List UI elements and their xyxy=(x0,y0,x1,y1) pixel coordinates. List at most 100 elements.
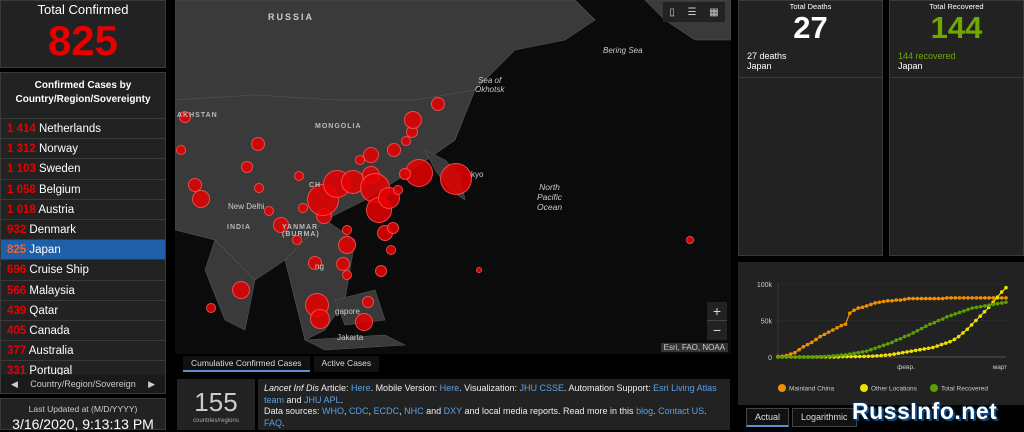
list-item[interactable]: 439 Qatar xyxy=(1,301,165,321)
list-item[interactable]: 1 414 Netherlands xyxy=(1,119,165,140)
list-item-name: Belgium xyxy=(38,183,81,196)
legend-label: Total Recovered xyxy=(941,386,988,393)
tab-cumulative[interactable]: Cumulative Confirmed Cases xyxy=(183,356,310,372)
list-item-name: Sweden xyxy=(38,163,81,176)
case-bubble[interactable] xyxy=(192,190,210,208)
list-item[interactable]: 696 Cruise Ship xyxy=(1,260,165,281)
case-bubble[interactable] xyxy=(206,303,216,313)
list-item[interactable]: 1 058 Belgium xyxy=(1,180,165,200)
last-updated-panel: Last Updated at (M/D/YYYY) 3/16/2020, 9:… xyxy=(0,398,166,432)
chevron-left-icon[interactable]: ◀ xyxy=(11,379,18,390)
link-dxy[interactable]: DXY xyxy=(444,406,462,416)
zoom-in-button[interactable]: + xyxy=(707,302,727,321)
land-russia xyxy=(175,0,596,101)
tab-actual[interactable]: Actual xyxy=(746,408,790,427)
link-article[interactable]: Here xyxy=(351,383,371,393)
list-item[interactable]: 377 Australia xyxy=(1,341,165,362)
link-contact[interactable]: Contact US xyxy=(658,406,704,416)
y-tick-label: 100k xyxy=(757,282,773,289)
case-bubble[interactable] xyxy=(401,136,411,146)
case-bubble[interactable] xyxy=(298,203,308,213)
list-icon[interactable]: ☰ xyxy=(688,7,697,18)
cases-chart: 100k 50k 0 февр. март Mainland China Other Loc… xyxy=(757,282,1008,393)
label-tokyo: kyo xyxy=(471,170,484,179)
case-bubble[interactable] xyxy=(342,270,352,280)
info-text: and local media reports. Read more in th… xyxy=(461,406,637,416)
zoom-out-button[interactable]: − xyxy=(707,321,727,339)
list-item[interactable]: 932 Denmark xyxy=(1,220,165,241)
case-bubble[interactable] xyxy=(476,267,482,273)
label-singapore: gapore xyxy=(335,307,360,316)
case-bubble[interactable] xyxy=(387,143,401,157)
list-item-count: 439 xyxy=(7,304,27,317)
case-bubble[interactable] xyxy=(362,296,374,308)
y-tick-label: 0 xyxy=(768,355,772,362)
case-bubble[interactable] xyxy=(342,225,352,235)
list-item[interactable]: 825 Japan xyxy=(1,240,165,261)
link-mobile[interactable]: Here xyxy=(440,383,460,393)
cases-list[interactable]: 1 414 Netherlands 1 312 Norway 1 103 Swede… xyxy=(1,118,165,402)
info-text: . Visualization: xyxy=(459,383,520,393)
link-cdc[interactable]: CDC xyxy=(349,406,369,416)
bookmark-icon[interactable]: ▯ xyxy=(669,7,675,18)
list-item[interactable]: 1 312 Norway xyxy=(1,139,165,160)
list-item-count: 1 018 xyxy=(7,203,36,216)
info-journal: Lancet Inf Dis xyxy=(264,383,320,393)
case-bubble[interactable] xyxy=(254,183,264,193)
info-text: and xyxy=(284,394,305,405)
list-nav-label: Country/Region/Sovereign xyxy=(30,379,136,389)
list-item-count: 1 103 xyxy=(7,163,36,176)
case-bubble[interactable] xyxy=(241,161,253,173)
case-bubble[interactable] xyxy=(310,309,330,329)
info-text: . Mobile Version: xyxy=(370,383,440,393)
x-tick-label: февр. xyxy=(897,364,915,371)
info-text: . xyxy=(704,406,707,416)
case-bubble[interactable] xyxy=(686,236,694,244)
case-bubble[interactable] xyxy=(338,236,356,254)
info-text: . xyxy=(282,417,285,428)
link-jhu-apl[interactable]: JHU APL xyxy=(304,395,341,405)
link-who[interactable]: WHO xyxy=(322,406,344,416)
map[interactable]: RUSSIA MONGOLIA AKHSTAN INDIA YANMAR (BU… xyxy=(175,0,731,354)
case-bubble[interactable] xyxy=(431,97,445,111)
legend-label: Other Locations xyxy=(871,386,918,393)
list-item[interactable]: 405 Canada xyxy=(1,321,165,342)
list-item[interactable]: 1 018 Austria xyxy=(1,200,165,220)
case-bubble[interactable] xyxy=(387,222,399,234)
case-bubble[interactable] xyxy=(375,265,387,277)
label-ng: ng xyxy=(315,262,324,271)
case-bubble[interactable] xyxy=(393,185,403,195)
list-item[interactable]: 566 Malaysia xyxy=(1,281,165,301)
total-confirmed-value: 825 xyxy=(47,17,119,64)
legend-label: Mainland China xyxy=(789,386,835,393)
case-bubble[interactable] xyxy=(176,145,186,155)
case-bubble[interactable] xyxy=(294,171,304,181)
link-jhu-csse[interactable]: JHU CSSE xyxy=(520,383,565,393)
info-text: Data sources: xyxy=(264,406,323,416)
watermark: RussInfo.net xyxy=(852,398,998,424)
cases-list-header: Confirmed Cases by Country/Region/Sovere… xyxy=(15,80,151,105)
map-tabs: Cumulative Confirmed Cases Active Cases xyxy=(183,356,383,372)
qr-code-icon[interactable]: ▦ xyxy=(709,7,718,18)
case-bubble[interactable] xyxy=(440,163,472,195)
link-blog[interactable]: blog xyxy=(636,406,653,416)
case-bubble[interactable] xyxy=(336,257,350,271)
link-nhc[interactable]: NHC xyxy=(404,406,424,416)
label-kazakhstan: AKHSTAN xyxy=(177,112,218,119)
case-bubble[interactable] xyxy=(264,206,274,216)
link-faq[interactable]: FAQ xyxy=(264,418,282,428)
list-item-count: 932 xyxy=(7,223,27,236)
list-item[interactable]: 1 103 Sweden xyxy=(1,159,165,180)
case-bubble[interactable] xyxy=(363,147,379,163)
chevron-right-icon[interactable]: ▶ xyxy=(148,379,155,390)
link-ecdc[interactable]: ECDC xyxy=(374,406,400,416)
case-bubble[interactable] xyxy=(399,168,411,180)
case-bubble[interactable] xyxy=(232,281,250,299)
case-bubble[interactable] xyxy=(251,137,265,151)
tab-logarithmic[interactable]: Logarithmic xyxy=(792,408,857,427)
case-bubble[interactable] xyxy=(386,245,396,255)
country-count-label: countries/regions xyxy=(193,418,239,424)
tab-active[interactable]: Active Cases xyxy=(313,356,380,372)
case-bubble[interactable] xyxy=(404,111,422,129)
deaths-location: Japan xyxy=(739,61,882,78)
